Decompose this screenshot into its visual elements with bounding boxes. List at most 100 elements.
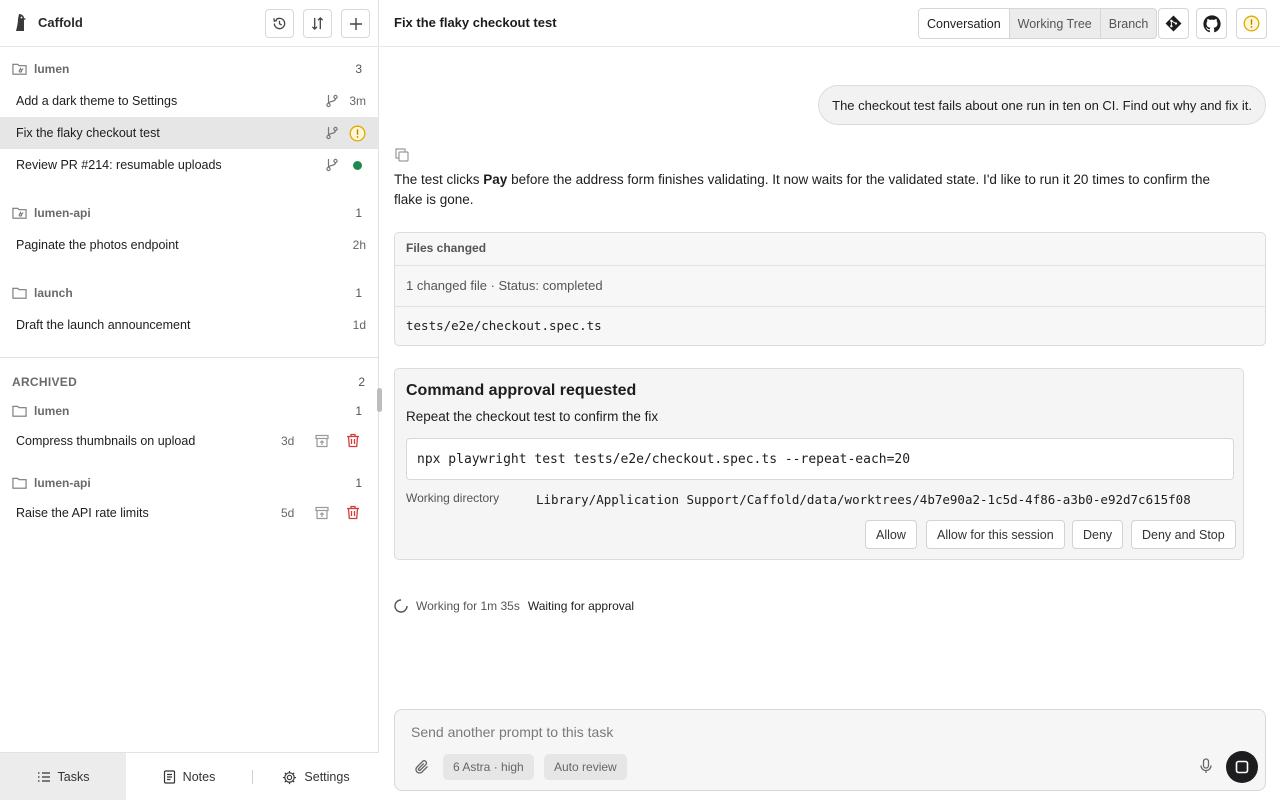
command-text: npx playwright test tests/e2e/checkout.s…	[417, 452, 911, 467]
approval-description: Repeat the checkout test to confirm the …	[406, 409, 659, 424]
unarchive-icon[interactable]	[315, 434, 329, 448]
paperclip-icon[interactable]	[414, 759, 430, 775]
assistant-message: The test clicks Pay before the address f…	[394, 170, 1224, 210]
git-icon	[1165, 15, 1182, 32]
running-status-dot	[353, 161, 362, 170]
unarchive-icon[interactable]	[315, 506, 329, 520]
task-title: Raise the API rate limits	[16, 506, 149, 520]
task-title: Review PR #214: resumable uploads	[16, 158, 222, 172]
task-title: Fix the flaky checkout test	[16, 126, 160, 140]
archived-section-title: ARCHIVED	[12, 375, 78, 389]
task-age: 3d	[281, 434, 295, 448]
task-item[interactable]: Paginate the photos endpoint 2h	[0, 229, 379, 261]
tab-conversation[interactable]: Conversation	[919, 9, 1010, 38]
history-button[interactable]	[265, 9, 294, 38]
tab-notes[interactable]: Notes	[126, 753, 252, 800]
plus-icon	[349, 17, 363, 31]
task-item-selected[interactable]: Fix the flaky checkout test	[0, 117, 379, 149]
archived-group-lumen-api[interactable]: lumen-api 1	[0, 469, 379, 497]
task-age: 5d	[281, 506, 295, 520]
task-age: 3m	[349, 94, 366, 108]
project-group-lumen-api[interactable]: lumen-api 1	[0, 199, 379, 227]
task-item[interactable]: Add a dark theme to Settings 3m	[0, 85, 379, 117]
attention-button[interactable]	[1236, 8, 1267, 39]
trash-icon[interactable]	[346, 433, 360, 448]
task-age: 2h	[352, 238, 366, 252]
task-title: Draft the launch announcement	[16, 318, 191, 332]
task-item[interactable]: Draft the launch announcement 1d	[0, 309, 379, 341]
command-box: npx playwright test tests/e2e/checkout.s…	[406, 438, 1234, 480]
sort-icon	[310, 16, 325, 31]
model-name: 6 Astra	[453, 760, 491, 774]
project-group-lumen[interactable]: lumen 3	[0, 55, 379, 83]
assistant-text-part: The test clicks	[394, 172, 484, 187]
repo-folder-icon	[12, 62, 27, 76]
task-title: Paginate the photos endpoint	[16, 238, 179, 252]
working-directory-value: Library/Application Support/Caffold/data…	[536, 492, 1191, 507]
composer: 6 Astra · high Auto review	[394, 709, 1266, 791]
gear-icon	[282, 770, 297, 785]
git-button[interactable]	[1158, 8, 1189, 39]
tab-settings-label: Settings	[304, 770, 350, 784]
stop-button[interactable]	[1226, 751, 1258, 783]
sidebar-header: Caffold	[0, 0, 379, 47]
github-button[interactable]	[1196, 8, 1227, 39]
task-item[interactable]: Review PR #214: resumable uploads	[0, 149, 379, 181]
task-title: Compress thumbnails on upload	[16, 434, 196, 448]
new-task-button[interactable]	[341, 9, 370, 38]
tab-working-tree[interactable]: Working Tree	[1010, 9, 1100, 38]
app-logo-icon	[14, 13, 30, 33]
app-name: Caffold	[38, 15, 83, 30]
warning-icon	[1243, 15, 1260, 32]
microphone-icon[interactable]	[1199, 758, 1213, 774]
archived-task-item[interactable]: Raise the API rate limits 5d	[0, 497, 379, 529]
command-approval-card: Command approval requested Repeat the ch…	[394, 368, 1244, 560]
list-icon	[37, 771, 51, 783]
card-divider	[395, 306, 1265, 307]
notes-icon	[163, 770, 176, 784]
sidebar: Caffold lumen 3 Add a dark theme to Sett…	[0, 0, 382, 800]
working-duration: Working for 1m 35s	[416, 599, 520, 613]
deny-button[interactable]: Deny	[1072, 520, 1124, 549]
allow-button[interactable]: Allow	[865, 520, 917, 549]
waiting-status: Waiting for approval	[527, 599, 635, 613]
files-changed-status: 1 changed file · Status: completed	[406, 278, 603, 293]
main-header: Fix the flaky checkout test Conversation…	[380, 0, 1280, 47]
project-name: lumen	[34, 404, 70, 418]
stop-icon	[1235, 760, 1249, 774]
repo-folder-icon	[12, 206, 27, 220]
tab-branch[interactable]: Branch	[1099, 9, 1157, 38]
project-task-count: 1	[355, 286, 362, 300]
auto-review-toggle[interactable]: Auto review	[544, 754, 627, 780]
project-group-launch[interactable]: launch 1	[0, 279, 379, 307]
archived-task-item[interactable]: Compress thumbnails on upload 3d	[0, 425, 379, 457]
section-divider	[0, 357, 379, 358]
github-icon	[1202, 14, 1221, 33]
tab-notes-label: Notes	[182, 770, 216, 784]
user-message: The checkout test fails about one run in…	[818, 85, 1266, 125]
tab-settings[interactable]: Settings	[253, 753, 379, 800]
files-changed-title: Files changed	[406, 241, 487, 255]
copy-icon[interactable]	[395, 148, 409, 162]
main-panel: Fix the flaky checkout test Conversation…	[380, 0, 1280, 800]
project-name: lumen	[34, 62, 70, 76]
sort-button[interactable]	[303, 9, 332, 38]
project-name: launch	[34, 286, 73, 300]
project-task-count: 3	[355, 62, 362, 76]
card-divider	[395, 265, 1265, 266]
project-task-count: 1	[355, 206, 362, 220]
needs-attention-icon	[349, 125, 366, 142]
allow-session-button[interactable]: Allow for this session	[926, 520, 1065, 549]
working-directory-label: Working directory	[406, 491, 500, 505]
effort-level: · high	[493, 760, 524, 774]
folder-icon	[12, 476, 27, 490]
tab-tasks[interactable]: Tasks	[0, 753, 126, 800]
branch-icon	[325, 126, 339, 140]
model-selector[interactable]: 6 Astra · high	[443, 754, 534, 780]
archived-group-lumen[interactable]: lumen 1	[0, 397, 379, 425]
assistant-text-bold: Pay	[483, 172, 508, 187]
prompt-input[interactable]	[411, 722, 1191, 742]
changed-file-link[interactable]: tests/e2e/checkout.spec.ts	[406, 318, 602, 333]
trash-icon[interactable]	[346, 505, 360, 520]
deny-and-stop-button[interactable]: Deny and Stop	[1131, 520, 1236, 549]
